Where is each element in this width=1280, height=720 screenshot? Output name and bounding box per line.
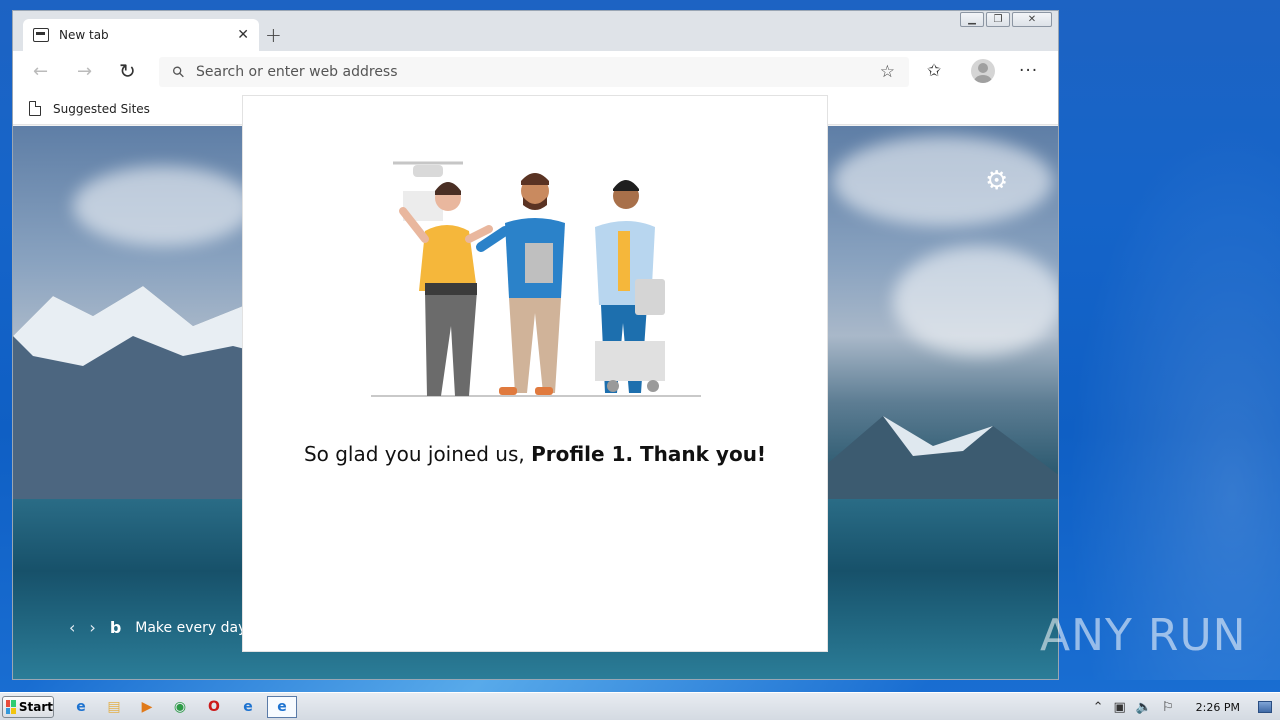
start-label: Start — [18, 700, 53, 714]
watermark-text: ANY RUN — [1040, 610, 1247, 661]
bing-image-bar: ‹ › b Make every day — [69, 618, 246, 637]
show-desktop-button[interactable] — [1258, 701, 1272, 713]
action-center-flag-icon[interactable]: ⚐ — [1162, 700, 1174, 715]
add-favorite-star-icon[interactable]: ☆ — [880, 62, 895, 82]
page-icon — [29, 101, 41, 116]
favorite-suggested-sites[interactable]: Suggested Sites — [29, 101, 150, 116]
welcome-message-prefix: So glad you joined us, — [303, 442, 532, 466]
favorite-label: Suggested Sites — [53, 101, 150, 116]
bing-caption[interactable]: Make every day — [135, 620, 246, 636]
window-controls: ▁ ❐ ✕ — [960, 12, 1052, 27]
clock[interactable]: 2:26 PM — [1196, 701, 1240, 714]
welcome-dialog: So glad you joined us, Profile 1. Thank … — [242, 95, 828, 652]
new-tab-page-icon — [33, 28, 49, 42]
chrome-icon[interactable]: ◉ — [169, 697, 191, 717]
edge-active-icon[interactable]: e — [267, 696, 297, 718]
wallpaper-glow — [1040, 60, 1280, 680]
taskbar: Start e ▤ ▶ ◉ O e e ⌃ ▣ 🔈 ⚐ 2:26 PM — [0, 692, 1280, 720]
address-bar[interactable]: ⚲ ☆ — [159, 57, 909, 87]
windows-logo-icon — [6, 700, 16, 714]
profile-avatar[interactable] — [971, 59, 995, 83]
browser-toolbar: ← → ↻ ⚲ ☆ ✩ ··· — [13, 51, 1058, 95]
more-options-icon[interactable]: ··· — [1019, 61, 1038, 81]
search-icon: ⚲ — [168, 61, 189, 83]
start-button[interactable]: Start — [2, 696, 54, 718]
file-explorer-icon[interactable]: ▤ — [103, 697, 125, 717]
bing-logo-icon[interactable]: b — [110, 618, 121, 637]
next-image-icon[interactable]: › — [89, 618, 95, 637]
forward-arrow-icon[interactable]: → — [77, 61, 92, 82]
tab-close-icon[interactable]: ✕ — [237, 27, 249, 43]
close-window-button[interactable]: ✕ — [1012, 12, 1052, 27]
settings-gear-icon[interactable]: ⚙ — [985, 166, 1008, 196]
refresh-icon[interactable]: ↻ — [119, 59, 136, 83]
system-tray: ⌃ ▣ 🔈 ⚐ 2:26 PM — [1093, 693, 1280, 720]
favorites-icon[interactable]: ✩ — [927, 61, 941, 81]
volume-icon[interactable]: 🔈 — [1136, 700, 1152, 715]
network-icon[interactable]: ▣ — [1114, 700, 1126, 715]
internet-explorer-icon[interactable]: e — [70, 697, 92, 717]
edge-icon[interactable]: e — [237, 697, 259, 717]
address-input[interactable] — [196, 64, 880, 80]
minimize-button[interactable]: ▁ — [960, 12, 984, 27]
tab-new-tab[interactable]: New tab ✕ — [23, 19, 259, 51]
tab-title: New tab — [59, 28, 109, 42]
anyrun-watermark: ANY RUN — [1040, 610, 1247, 661]
show-hidden-icons-icon[interactable]: ⌃ — [1093, 700, 1104, 715]
media-player-icon[interactable]: ▶ — [136, 697, 158, 717]
new-tab-button[interactable]: + — [265, 23, 282, 47]
opera-icon[interactable]: O — [203, 697, 225, 717]
previous-image-icon[interactable]: ‹ — [69, 618, 75, 637]
title-bar: New tab ✕ + ▁ ❐ ✕ — [13, 11, 1058, 51]
welcome-message-bold: Profile 1. Thank you! — [531, 442, 767, 466]
welcome-message: So glad you joined us, Profile 1. Thank … — [243, 442, 827, 466]
back-arrow-icon[interactable]: ← — [33, 61, 48, 82]
restore-button[interactable]: ❐ — [986, 12, 1010, 27]
people-illustration — [371, 161, 701, 397]
